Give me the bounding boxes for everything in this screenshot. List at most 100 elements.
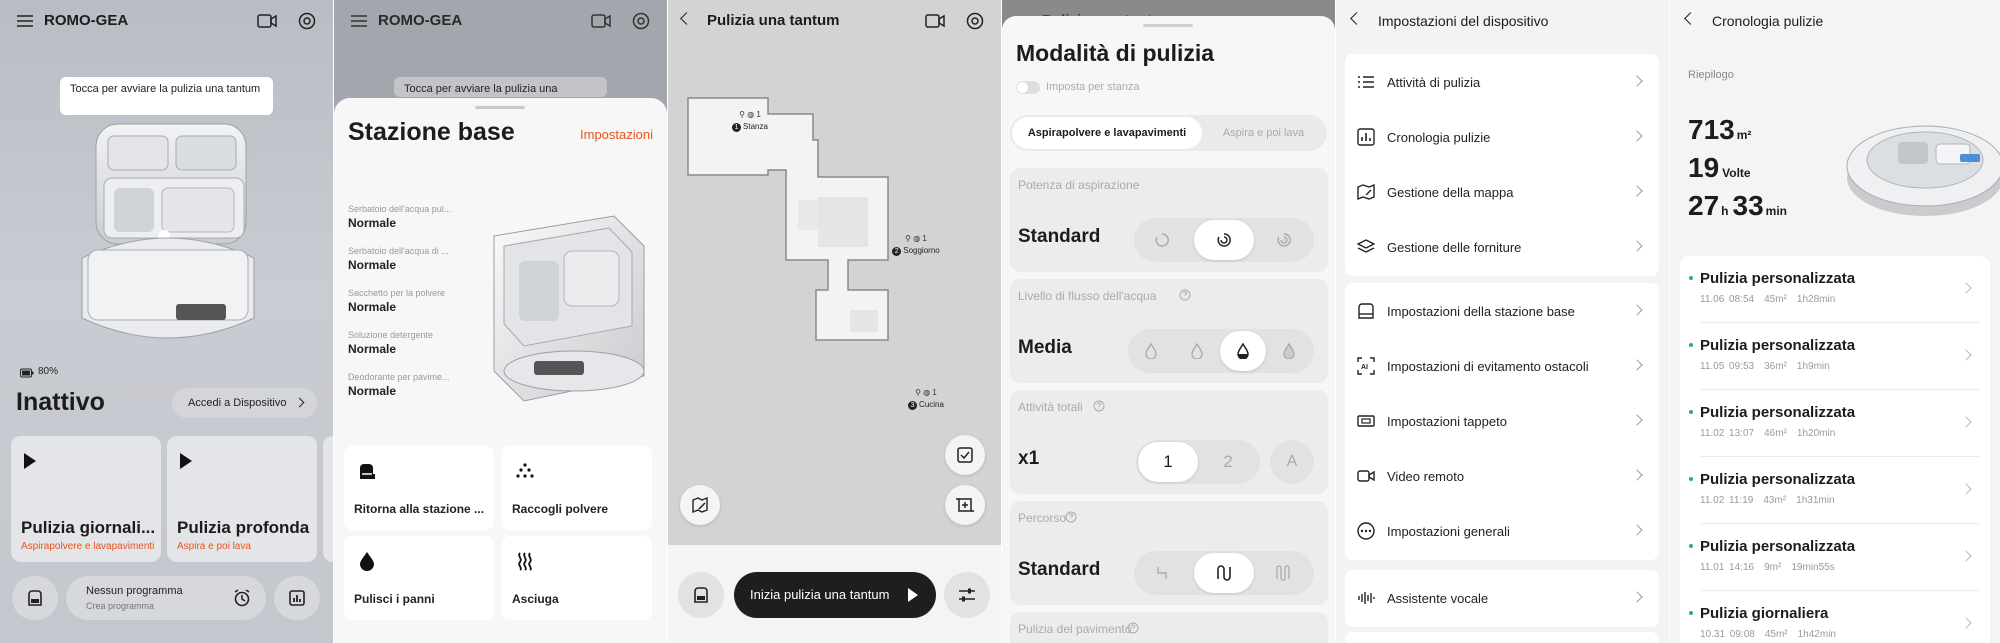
robot-base-station-image[interactable]: [68, 118, 268, 354]
settings-item-assistente-vocale[interactable]: Assistente vocale: [1345, 571, 1659, 626]
start-cleaning-button[interactable]: Inizia pulizia una tantum: [734, 572, 936, 618]
suction-low-icon[interactable]: [1152, 230, 1172, 250]
screen-title: Impostazioni del dispositivo: [1378, 13, 1549, 29]
settings-item-cronologia-pulizie[interactable]: Cronologia pulizie: [1345, 110, 1659, 165]
suction-selector[interactable]: [1134, 218, 1314, 262]
base-station-button[interactable]: [12, 576, 58, 620]
water-high-icon[interactable]: [1279, 341, 1299, 361]
heat-waves-icon: [514, 550, 536, 572]
settings-item-impostazioni-tappeto[interactable]: Impostazioni tappeto: [1345, 394, 1659, 449]
settings-item-gestione-della-mappa[interactable]: Gestione della mappa: [1345, 165, 1659, 220]
history-item[interactable]: Pulizia personalizzata 11.02 13:07 46m² 1h2…: [1680, 390, 1990, 457]
history-item[interactable]: Pulizia giornaliera 10.31 09:08 45m² 1h42mi…: [1680, 591, 1990, 643]
total-duration: 27 h 33 min: [1688, 190, 1787, 222]
mode-card-daily[interactable]: Pulizia giornali... Aspirapolvere e lava…: [11, 436, 161, 562]
tab-vacuum-mop[interactable]: Aspirapolvere e lavapavimenti: [1012, 117, 1202, 149]
passes-selector[interactable]: 1 2: [1136, 440, 1260, 484]
start-tooltip[interactable]: Tocca per avviare la pulizia una tantum: [60, 77, 273, 115]
history-meta: 11.02 13:07 46m² 1h20min: [1700, 428, 1835, 439]
history-date: 10.31 09:08: [1700, 629, 1755, 640]
chevron-right-icon: [1631, 524, 1643, 536]
water-flow-selector[interactable]: [1128, 329, 1314, 373]
gear-icon[interactable]: [631, 11, 651, 31]
history-item[interactable]: Pulizia personalizzata 11.05 09:53 36m² 1h9…: [1680, 323, 1990, 390]
drag-handle[interactable]: [475, 106, 525, 109]
schedule-button[interactable]: Nessun programma Crea programma: [66, 576, 266, 620]
route-deep-icon[interactable]: [1274, 563, 1294, 583]
custom-zone-button[interactable]: [945, 485, 985, 525]
settings-group-4: [1345, 632, 1659, 643]
access-device-button[interactable]: Accedi a Dispositivo: [172, 388, 317, 418]
back-icon[interactable]: [1350, 12, 1363, 25]
menu-icon[interactable]: [16, 12, 34, 30]
per-room-toggle[interactable]: [1016, 81, 1040, 94]
video-icon[interactable]: [924, 12, 946, 30]
mode-settings-button[interactable]: [944, 572, 990, 618]
status-dot: [1689, 410, 1693, 414]
home-screen: ROMO-GEA Tocca per avviare la pulizia un…: [0, 0, 333, 643]
mode-card-deep[interactable]: Pulizia profonda Aspira e poi lava: [167, 436, 317, 562]
route-edge-icon[interactable]: [1152, 563, 1172, 583]
cleaning-mode-sheet: Modalità di pulizia Imposta per stanza A…: [1002, 16, 1335, 643]
help-icon[interactable]: [1092, 399, 1106, 413]
back-icon[interactable]: [1684, 12, 1697, 25]
water-low-icon[interactable]: [1187, 341, 1207, 361]
room-label[interactable]: ⚲ ◍ 1 3 Cucina: [896, 388, 956, 418]
chevron-right-icon: [1960, 483, 1972, 495]
help-icon[interactable]: [1064, 510, 1078, 524]
back-icon[interactable]: [680, 12, 693, 25]
base-station-button[interactable]: [678, 572, 724, 618]
room-label[interactable]: ⚲ ◍ 1 1 Stanza: [720, 110, 780, 140]
video-icon[interactable]: [256, 12, 278, 30]
mode-title: Pulizia giornali...: [21, 518, 156, 537]
tab-vacuum-then-mop[interactable]: Aspira e poi lava: [1202, 117, 1325, 149]
settings-item-impostazioni-generali[interactable]: Impostazioni generali: [1345, 504, 1659, 559]
settings-item-attivit-di-pulizia[interactable]: Attività di pulizia: [1345, 55, 1659, 110]
base-station-icon: [356, 460, 378, 482]
select-rooms-button[interactable]: [945, 435, 985, 475]
settings-item-label: Gestione delle forniture: [1387, 240, 1522, 255]
room-label[interactable]: ⚲ ◍ 1 2 Soggiorno: [886, 234, 946, 264]
more-icon: [1357, 522, 1375, 540]
statistics-button[interactable]: [274, 576, 320, 620]
gear-icon[interactable]: [297, 11, 317, 31]
video-icon[interactable]: [590, 12, 612, 30]
settings-item-impostazioni-di-evitamento-ostacoli[interactable]: AI Impostazioni di evitamento ostacoli: [1345, 339, 1659, 394]
tile-label: Asciuga: [512, 592, 559, 606]
video-icon: [1357, 467, 1375, 485]
settings-item-video-remoto[interactable]: Video remoto: [1345, 449, 1659, 504]
mode-card-peek[interactable]: [323, 436, 333, 562]
collect-dust-tile[interactable]: Raccogli polvere: [502, 446, 652, 530]
history-item[interactable]: Pulizia personalizzata 11.06 08:54 45m² 1h2…: [1680, 256, 1990, 323]
route-standard-icon[interactable]: [1214, 563, 1234, 583]
settings-item-impostazioni-della-stazione-base[interactable]: Impostazioni della stazione base: [1345, 284, 1659, 339]
drag-handle[interactable]: [1143, 24, 1193, 27]
passes-option-1[interactable]: 1: [1138, 442, 1198, 482]
water-medium-icon[interactable]: [1233, 341, 1253, 361]
help-icon[interactable]: [1178, 288, 1192, 302]
help-icon[interactable]: [1126, 621, 1140, 635]
per-room-label: Imposta per stanza: [1046, 81, 1140, 93]
settings-item-label: Attività di pulizia: [1387, 75, 1481, 90]
suction-standard-icon[interactable]: [1214, 230, 1234, 250]
suction-max-icon[interactable]: [1274, 230, 1294, 250]
dry-tile[interactable]: Asciuga: [502, 536, 652, 620]
passes-option-2[interactable]: 2: [1198, 442, 1258, 482]
settings-link[interactable]: Impostazioni: [580, 127, 653, 142]
water-off-icon[interactable]: [1141, 341, 1161, 361]
history-item[interactable]: Pulizia personalizzata 11.01 14:16 9m² 19mi…: [1680, 524, 1990, 591]
history-duration: 1h9min: [1796, 361, 1830, 372]
base-station-image: [464, 206, 654, 406]
map-edit-button[interactable]: [680, 485, 720, 525]
route-selector[interactable]: [1134, 551, 1314, 595]
menu-icon[interactable]: [350, 12, 368, 30]
history-meta: 10.31 09:08 45m² 1h42min: [1700, 629, 1836, 640]
return-to-base-tile[interactable]: Ritorna alla stazione ...: [344, 446, 494, 530]
history-title: Pulizia giornaliera: [1700, 605, 1829, 622]
gear-icon[interactable]: [965, 11, 985, 31]
history-item[interactable]: Pulizia personalizzata 11.02 11:19 43m² 1h3…: [1680, 457, 1990, 524]
wash-mops-tile[interactable]: Pulisci i panni: [344, 536, 494, 620]
base-station-screen: ROMO-GEA Tocca per avviare la pulizia un…: [334, 0, 667, 643]
passes-option-auto[interactable]: A: [1270, 440, 1314, 484]
settings-item-gestione-delle-forniture[interactable]: Gestione delle forniture: [1345, 220, 1659, 275]
